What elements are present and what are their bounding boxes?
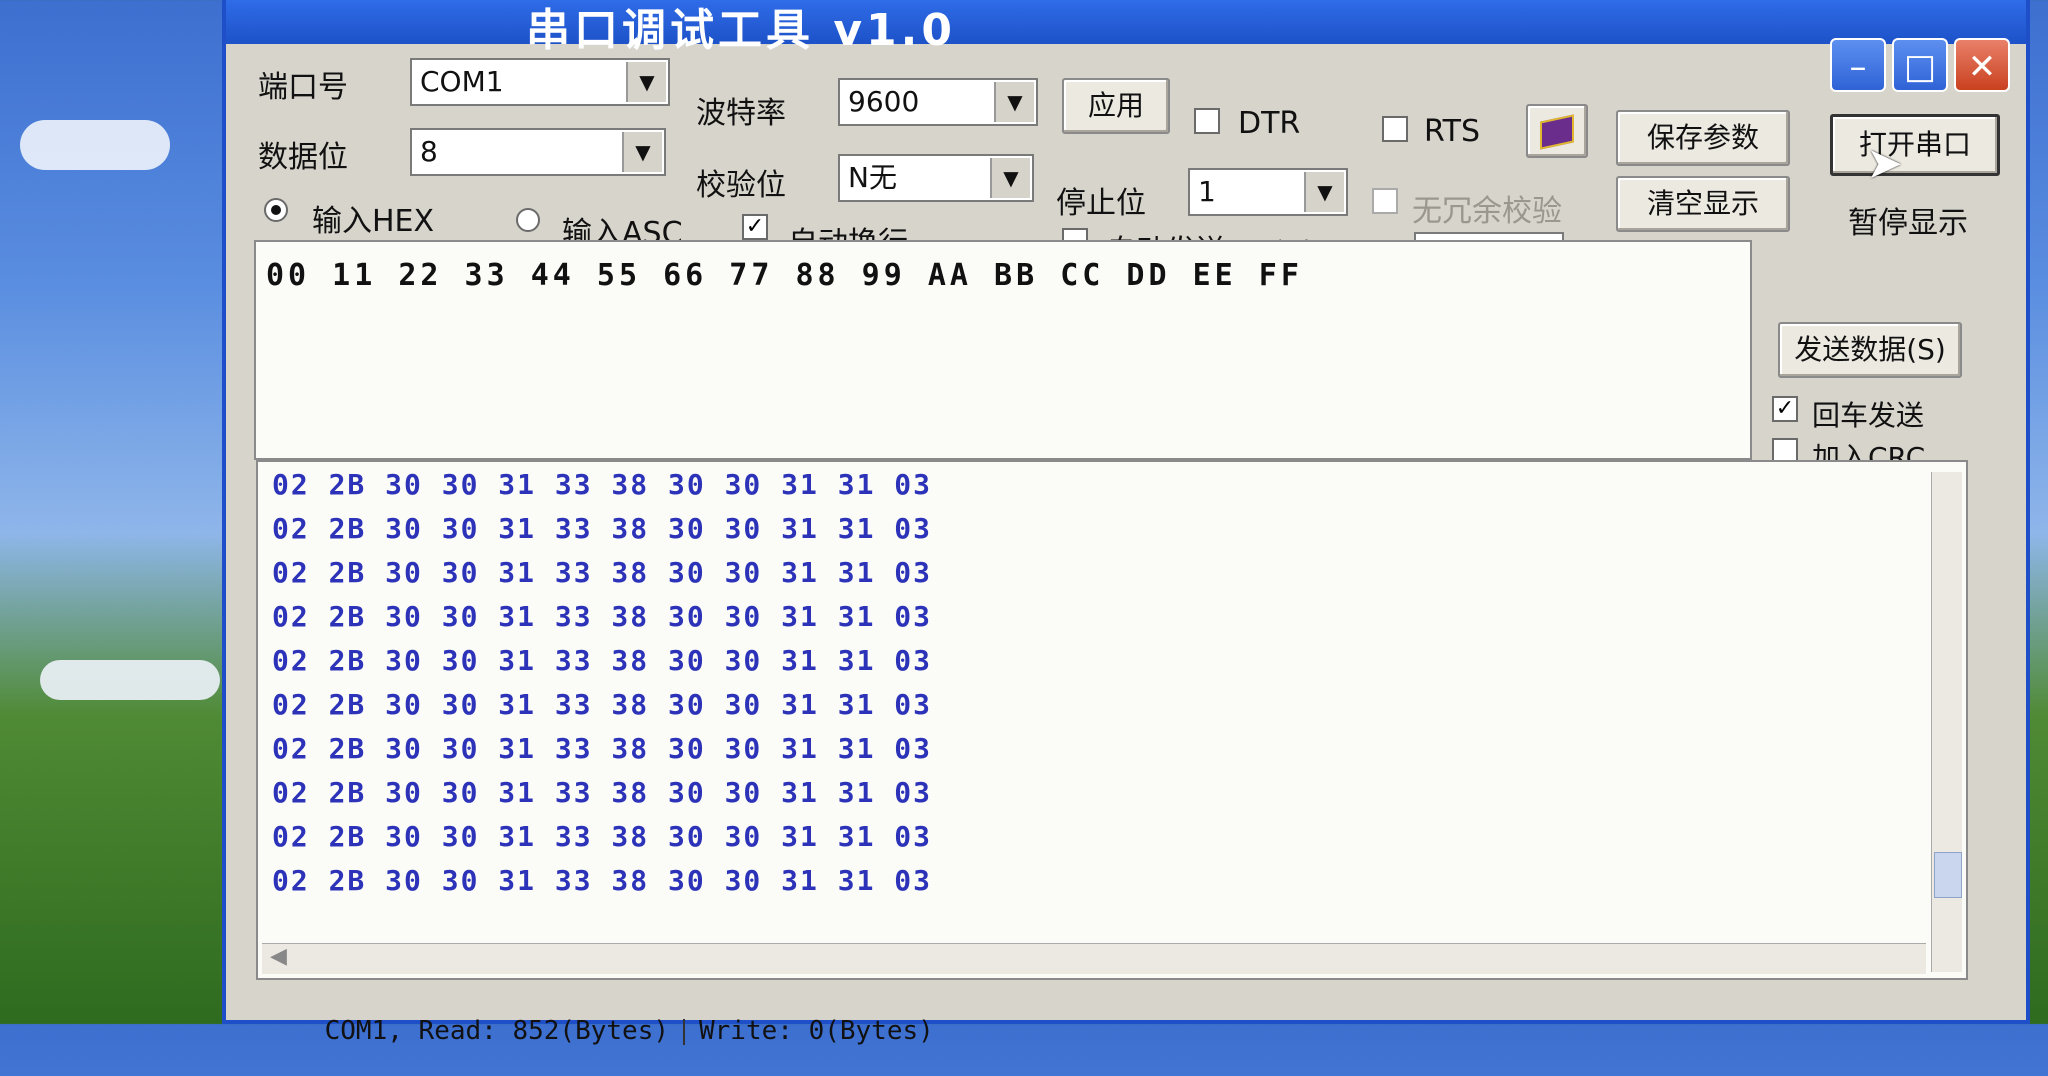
status-bar: COM1, Read: 852(Bytes) Write: 0(Bytes) <box>262 986 1902 1046</box>
save-params-button[interactable]: 保存参数 <box>1616 110 1790 166</box>
port-label: 端口号 <box>258 70 348 105</box>
receive-line: 02 2B 30 30 31 33 38 30 30 31 31 03 <box>272 688 933 721</box>
title-bar[interactable]: 串口调试工具 v1.0 <box>226 0 2026 56</box>
pause-display-label[interactable]: 暂停显示 <box>1848 198 1968 242</box>
vertical-scrollbar[interactable] <box>1931 472 1962 972</box>
receive-text-area[interactable]: 02 2B 30 30 31 33 38 30 30 31 31 03 02 2… <box>256 460 1968 980</box>
status-read: COM1, Read: 852(Bytes) <box>324 1016 669 1046</box>
desktop-cloud <box>40 660 220 700</box>
clear-display-button[interactable]: 清空显示 <box>1616 176 1790 232</box>
receive-line: 02 2B 30 30 31 33 38 30 30 31 31 03 <box>272 556 933 589</box>
parity-select[interactable]: N无 ▼ <box>838 154 1034 202</box>
send-data-button-label: 发送数据(S) <box>1794 333 1946 366</box>
redundant-check-label: 无冗余校验 <box>1412 194 1562 229</box>
baud-select-value: 9600 <box>848 85 920 118</box>
mouse-cursor-icon: ➤ <box>1866 138 1903 189</box>
chevron-left-icon[interactable]: ◀ <box>270 944 287 969</box>
data-bits-label: 数据位 <box>258 140 348 175</box>
close-icon[interactable]: ✕ <box>1954 38 2010 92</box>
save-params-button-label: 保存参数 <box>1646 121 1759 154</box>
scrollbar-thumb[interactable] <box>1934 852 1962 898</box>
stop-bits-label: 停止位 <box>1056 186 1146 221</box>
send-data-button[interactable]: 发送数据(S) <box>1778 322 1962 378</box>
input-asc-radio[interactable] <box>516 208 540 232</box>
horizontal-scrollbar[interactable]: ◀ <box>262 943 1926 974</box>
status-write: Write: 0(Bytes) <box>699 1016 934 1046</box>
port-select[interactable]: COM1 ▼ <box>410 58 670 106</box>
window-title: 串口调试工具 v1.0 <box>526 5 956 56</box>
receive-line: 02 2B 30 30 31 33 38 30 30 31 31 03 <box>272 600 933 633</box>
parity-label: 校验位 <box>696 168 786 203</box>
receive-line: 02 2B 30 30 31 33 38 30 30 31 31 03 <box>272 512 933 545</box>
open-port-button[interactable]: 打开串口 <box>1830 114 2000 176</box>
receive-line: 02 2B 30 30 31 33 38 30 30 31 31 03 <box>272 864 933 897</box>
chevron-down-icon[interactable]: ▼ <box>994 82 1034 122</box>
rts-label: RTS <box>1424 114 1481 149</box>
data-bits-select-value: 8 <box>420 135 438 168</box>
receive-line: 02 2B 30 30 31 33 38 30 30 31 31 03 <box>272 776 933 809</box>
baud-label: 波特率 <box>696 96 786 131</box>
receive-line: 02 2B 30 30 31 33 38 30 30 31 31 03 <box>272 732 933 765</box>
stop-bits-select[interactable]: 1 ▼ <box>1188 168 1348 216</box>
help-book-button[interactable] <box>1526 104 1588 158</box>
parity-select-value: N无 <box>848 161 897 194</box>
enter-send-label: 回车发送 <box>1812 399 1925 432</box>
serial-tool-window: 串口调试工具 v1.0 – □ ✕ 端口号 COM1 ▼ 波特率 9600 ▼ … <box>222 0 2030 1046</box>
receive-line: 02 2B 30 30 31 33 38 30 30 31 31 03 <box>272 468 933 501</box>
stop-bits-select-value: 1 <box>1198 175 1216 208</box>
receive-line: 02 2B 30 30 31 33 38 30 30 31 31 03 <box>272 820 933 853</box>
clear-display-button-label: 清空显示 <box>1646 187 1759 220</box>
apply-button-label: 应用 <box>1087 89 1144 122</box>
status-separator <box>683 1018 685 1045</box>
minimize-icon[interactable]: – <box>1830 38 1886 92</box>
maximize-icon[interactable]: □ <box>1892 38 1948 92</box>
book-icon <box>1540 114 1574 150</box>
send-text: 00 11 22 33 44 55 66 77 88 99 AA BB CC D… <box>266 258 1303 293</box>
chevron-down-icon[interactable]: ▼ <box>990 158 1030 198</box>
chevron-down-icon[interactable]: ▼ <box>626 62 666 102</box>
port-select-value: COM1 <box>420 65 504 98</box>
enter-send-checkbox[interactable]: ✓ <box>1772 396 1798 422</box>
auto-wrap-checkbox[interactable]: ✓ <box>742 214 768 240</box>
desktop-cloud <box>20 120 170 170</box>
receive-line: 02 2B 30 30 31 33 38 30 30 31 31 03 <box>272 644 933 677</box>
chevron-down-icon[interactable]: ▼ <box>1304 172 1344 212</box>
baud-select[interactable]: 9600 ▼ <box>838 78 1038 126</box>
dtr-label: DTR <box>1238 106 1301 141</box>
rts-checkbox[interactable] <box>1382 116 1408 142</box>
redundant-check-checkbox[interactable] <box>1372 188 1398 214</box>
input-hex-label: 输入HEX <box>312 204 435 239</box>
input-hex-radio[interactable] <box>264 198 288 222</box>
chevron-down-icon[interactable]: ▼ <box>622 132 662 172</box>
apply-button[interactable]: 应用 <box>1062 78 1170 134</box>
data-bits-select[interactable]: 8 ▼ <box>410 128 666 176</box>
dtr-checkbox[interactable] <box>1194 108 1220 134</box>
send-text-area[interactable]: 00 11 22 33 44 55 66 77 88 99 AA BB CC D… <box>254 240 1752 460</box>
